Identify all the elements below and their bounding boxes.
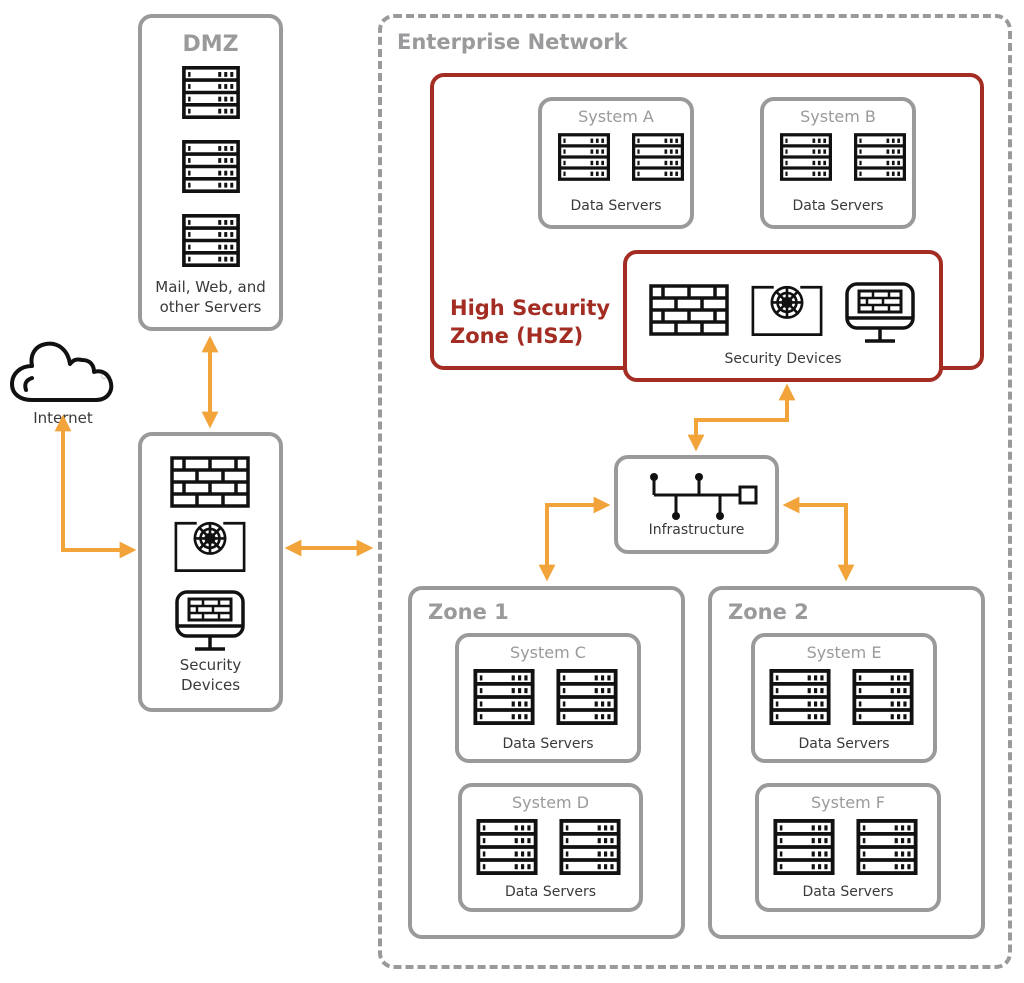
- dmz-zone: DMZ Mail, Web, and other Servers: [138, 14, 283, 331]
- cloud-icon: [10, 341, 114, 402]
- server-rack-icon: [559, 819, 621, 875]
- server-rack-icon: [182, 66, 240, 119]
- monitor-firewall-icon: [175, 590, 245, 652]
- system-c: System C Data Servers: [455, 633, 641, 763]
- zone-title: Zone 2: [728, 600, 809, 624]
- system-title: System D: [511, 793, 590, 812]
- system-e: System E Data Servers: [751, 633, 937, 763]
- enterprise-network-title: Enterprise Network: [397, 30, 628, 54]
- system-caption: Data Servers: [502, 736, 594, 752]
- arrow-internet-to-security: [54, 414, 137, 559]
- intrusion-detection-icon: [751, 282, 823, 338]
- system-title: System A: [578, 107, 654, 126]
- system-a: System A Data Servers: [538, 97, 694, 229]
- server-rack-icon: [780, 133, 832, 181]
- hsz-security-devices: Security Devices: [623, 250, 943, 382]
- perimeter-caption-line2: Devices: [180, 676, 241, 694]
- dmz-title: DMZ: [182, 32, 239, 57]
- server-rack-icon: [473, 669, 535, 725]
- server-rack-icon: [632, 133, 684, 181]
- infrastructure-label: Infrastructure: [648, 522, 745, 538]
- server-rack-icon: [558, 133, 610, 181]
- system-d: System D Data Servers: [458, 783, 643, 912]
- firewall-icon: [170, 456, 250, 508]
- server-rack-icon: [856, 819, 918, 875]
- server-rack-icon: [476, 819, 538, 875]
- system-caption: Data Servers: [792, 198, 884, 214]
- system-title: System C: [510, 643, 586, 662]
- server-rack-icon: [182, 214, 240, 267]
- dmz-caption-line2: other Servers: [159, 298, 262, 316]
- system-caption: Data Servers: [798, 736, 890, 752]
- network-bus-icon: [650, 473, 758, 520]
- system-b: System B Data Servers: [760, 97, 916, 229]
- server-rack-icon: [556, 669, 618, 725]
- system-caption: Data Servers: [570, 198, 662, 214]
- server-rack-icon: [769, 669, 831, 725]
- dmz-caption-line1: Mail, Web, and: [155, 278, 266, 296]
- intrusion-detection-icon: [174, 518, 246, 574]
- server-rack-icon: [182, 140, 240, 193]
- infrastructure: Infrastructure: [614, 455, 779, 554]
- system-caption: Data Servers: [504, 884, 597, 900]
- server-rack-icon: [852, 669, 914, 725]
- system-caption: Data Servers: [802, 884, 894, 900]
- zone-title: Zone 1: [428, 600, 509, 624]
- system-title: System F: [811, 793, 885, 812]
- server-rack-icon: [773, 819, 835, 875]
- server-rack-icon: [854, 133, 906, 181]
- system-title: System B: [800, 107, 876, 126]
- hsz-security-caption: Security Devices: [724, 351, 842, 367]
- firewall-icon: [649, 284, 729, 336]
- system-f: System F Data Servers: [755, 783, 941, 912]
- hsz-title-line2: Zone (HSZ): [450, 324, 584, 348]
- internet-label: Internet: [33, 409, 93, 427]
- hsz-title-line1: High Security: [450, 296, 611, 320]
- perimeter-security-devices: Security Devices: [138, 432, 283, 712]
- monitor-firewall-icon: [845, 282, 915, 344]
- perimeter-caption-line1: Security: [179, 656, 242, 674]
- system-title: System E: [806, 643, 882, 662]
